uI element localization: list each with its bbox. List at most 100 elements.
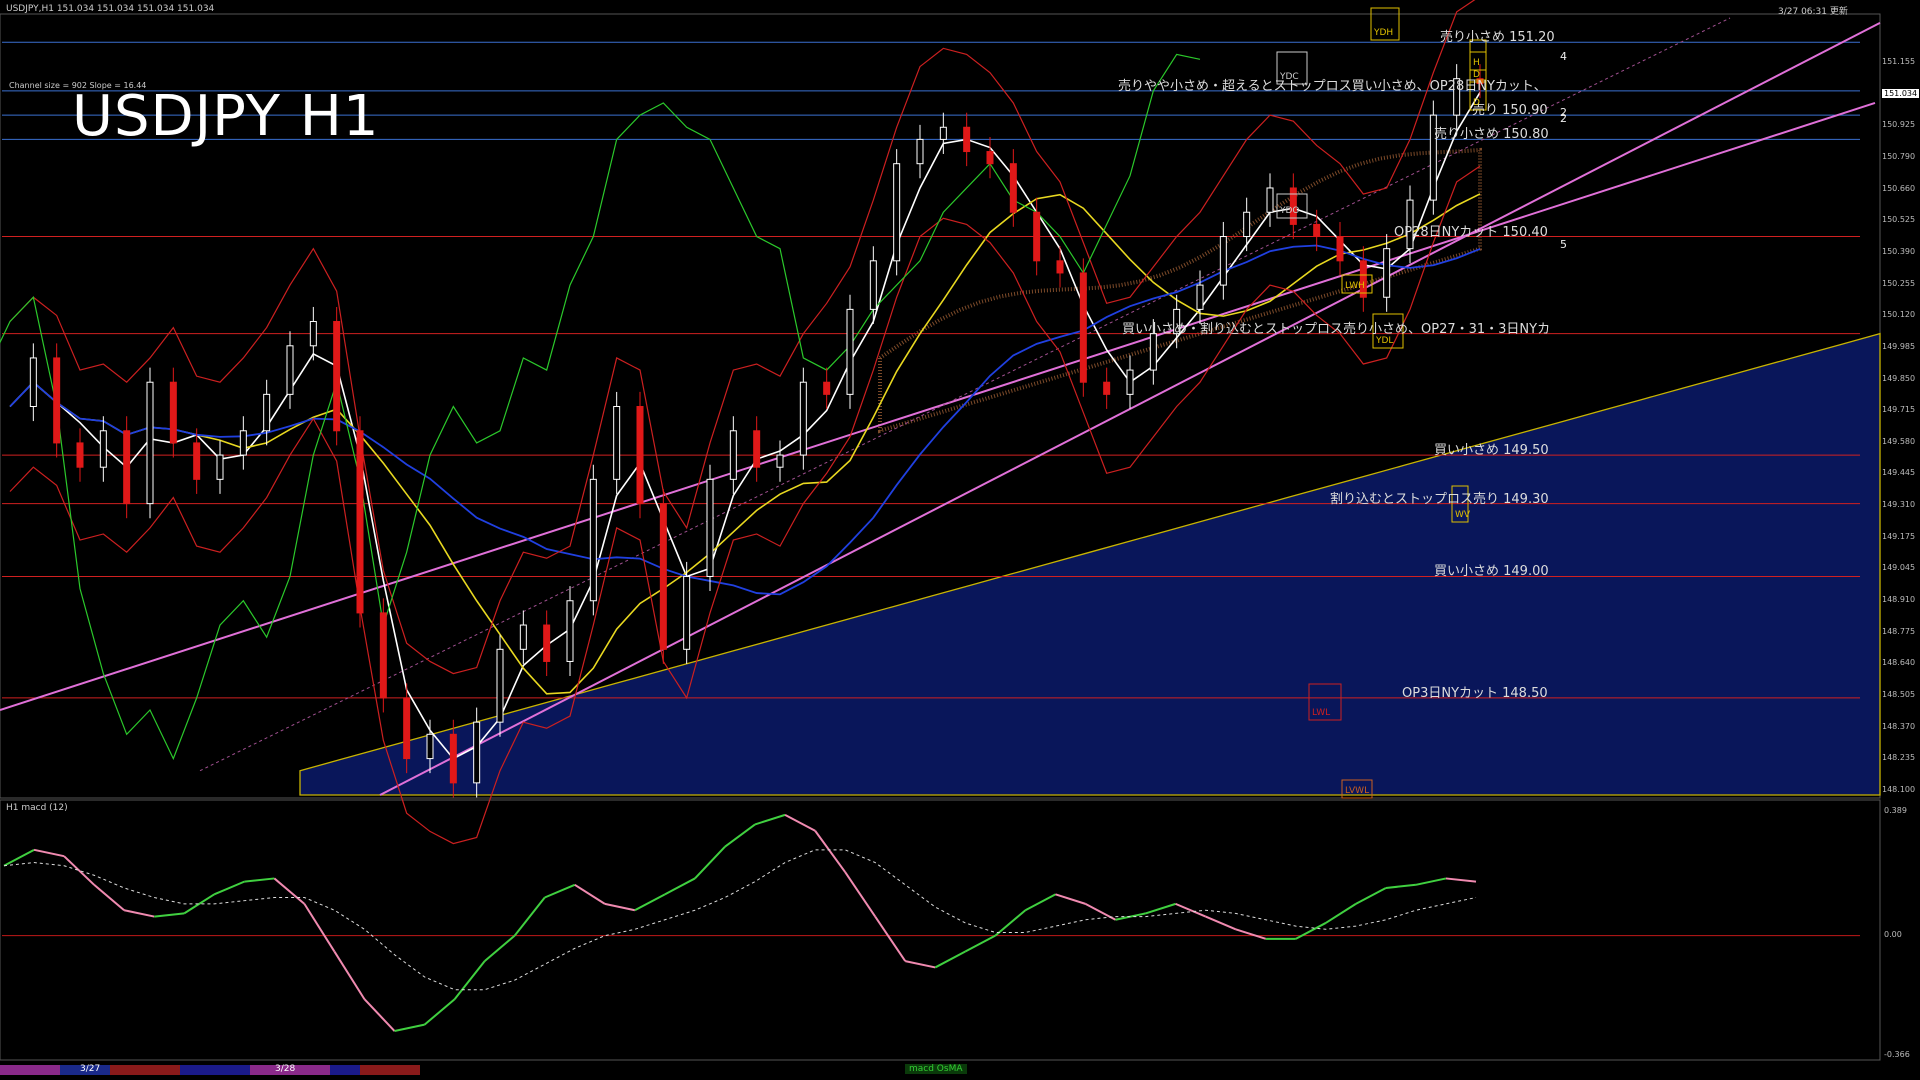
candle-body [99, 430, 107, 468]
candle-body [356, 430, 364, 614]
date-segment [360, 1065, 420, 1075]
annotation-label: LVWL [1345, 786, 1370, 796]
level-label: 売り小さめ 151.20 [1440, 30, 1555, 46]
candle-body [29, 357, 37, 407]
price-tick-label: 148.370 [1882, 721, 1916, 731]
channel-number: 4 [1560, 50, 1567, 63]
candle-body [1336, 236, 1344, 262]
candle-body [379, 612, 387, 699]
level-label: OP28日NYカット 150.40 [1394, 224, 1548, 240]
price-tick-label: 148.235 [1882, 753, 1916, 763]
symbol-line: USDJPY,H1 151.034 151.034 151.034 151.03… [6, 4, 215, 14]
level-label: 売り 150.90 [1472, 103, 1548, 119]
candle-body [1219, 236, 1227, 286]
price-tick-label: 150.790 [1882, 151, 1916, 161]
level-label: 買い小さめ・割り込むとストップロス売り小さめ、OP27・31・3日NYカ [1122, 321, 1551, 337]
candle-body [473, 721, 481, 784]
candle-body [1243, 211, 1251, 238]
candle-body [1359, 260, 1367, 298]
candle-body [76, 442, 84, 468]
level-label: OP3日NYカット 148.50 [1402, 685, 1548, 701]
annotation-label: YDC [1280, 72, 1299, 82]
candle-body [729, 430, 737, 480]
price-tick-label: 150.925 [1882, 120, 1916, 130]
channel-number: 2 [1560, 112, 1567, 125]
candle-body [169, 381, 177, 444]
candle-body [963, 126, 971, 153]
candle-body [1196, 284, 1204, 310]
price-tick-label: 150.390 [1882, 246, 1916, 256]
level-label: 売り小さめ 150.80 [1434, 127, 1549, 143]
candle-body [776, 454, 784, 468]
price-tick-label: 149.850 [1882, 373, 1916, 383]
macd-osma-label: macd OsMA [905, 1064, 967, 1074]
price-tick-label: 150.255 [1882, 278, 1916, 288]
candle-body [1126, 369, 1134, 395]
candle-body [519, 624, 527, 650]
price-tick-label: 148.100 [1882, 785, 1916, 794]
candle-body [333, 321, 341, 432]
candle-body [1313, 223, 1321, 238]
annotation-label: YDL [1376, 336, 1394, 346]
candle-body [146, 381, 154, 505]
candle-body [449, 733, 457, 784]
level-label: 買い小さめ 149.00 [1434, 564, 1549, 580]
candle-body [893, 163, 901, 262]
channel-number: 5 [1560, 238, 1567, 251]
candle-body [846, 308, 854, 395]
candle-body [1079, 272, 1087, 383]
macd-title: H1 macd (12) [6, 803, 68, 813]
candle-body [823, 381, 831, 395]
price-tick-label: 148.505 [1882, 690, 1916, 700]
candle-body [496, 648, 504, 723]
annotation-label: YDH [1374, 28, 1394, 38]
price-tick-label: 149.175 [1882, 531, 1916, 541]
price-tick-label: 151.034 [1882, 88, 1920, 98]
macd-tick-label: 0.00 [1884, 930, 1902, 939]
candle-body [1103, 381, 1111, 395]
price-tick-label: 148.775 [1882, 626, 1916, 636]
price-tick-label: 149.715 [1882, 405, 1916, 415]
candle-body [123, 430, 131, 505]
price-tick-label: 150.525 [1882, 215, 1916, 225]
price-tick-label: 149.985 [1882, 341, 1916, 351]
annotation-label: D [1473, 70, 1480, 80]
candle-body [543, 624, 551, 662]
candle-body [1266, 187, 1274, 213]
chart-canvas [0, 0, 1881, 1061]
price-tick-label: 149.445 [1882, 468, 1916, 478]
candle-body [1056, 260, 1064, 274]
candle-body [636, 406, 644, 505]
price-tick-label: 151.155 [1882, 57, 1916, 66]
candle-body [799, 381, 807, 456]
candle-body [309, 321, 317, 347]
candle-body [916, 138, 924, 165]
candle-body [1149, 333, 1157, 371]
candle-body [263, 393, 271, 432]
price-tick-label: 149.310 [1882, 500, 1916, 510]
price-tick-label: 148.910 [1882, 595, 1916, 605]
candle-body [683, 575, 691, 650]
candle-body [659, 503, 667, 650]
level-label: 売りやや小さめ・超えるとストップロス買い小さめ、OP28日NYカット、 [1118, 78, 1547, 94]
candle-body [53, 357, 61, 444]
macd-tick-label: -0.366 [1884, 1050, 1910, 1059]
header-datetime: 3/27 06:31 更新 [1778, 7, 1848, 17]
date-segment [180, 1065, 250, 1075]
macd-tick-label: 0.389 [1884, 806, 1907, 815]
candle-body [566, 600, 574, 662]
macd-panel [0, 799, 1881, 1061]
candle-body [1033, 211, 1041, 262]
candle-body [239, 430, 247, 456]
candle-body [986, 151, 994, 165]
price-tick-label: 149.580 [1882, 436, 1916, 446]
date-segment [110, 1065, 180, 1075]
price-tick-label: 149.045 [1882, 563, 1916, 573]
annotation-label: H [1473, 58, 1480, 68]
annotation-label: WV [1455, 510, 1471, 520]
candle-body [613, 406, 621, 480]
date-label: 3/28 [275, 1064, 296, 1074]
candle-body [216, 454, 224, 480]
annotation-label: LWH [1345, 281, 1365, 291]
candle-body [589, 478, 597, 602]
